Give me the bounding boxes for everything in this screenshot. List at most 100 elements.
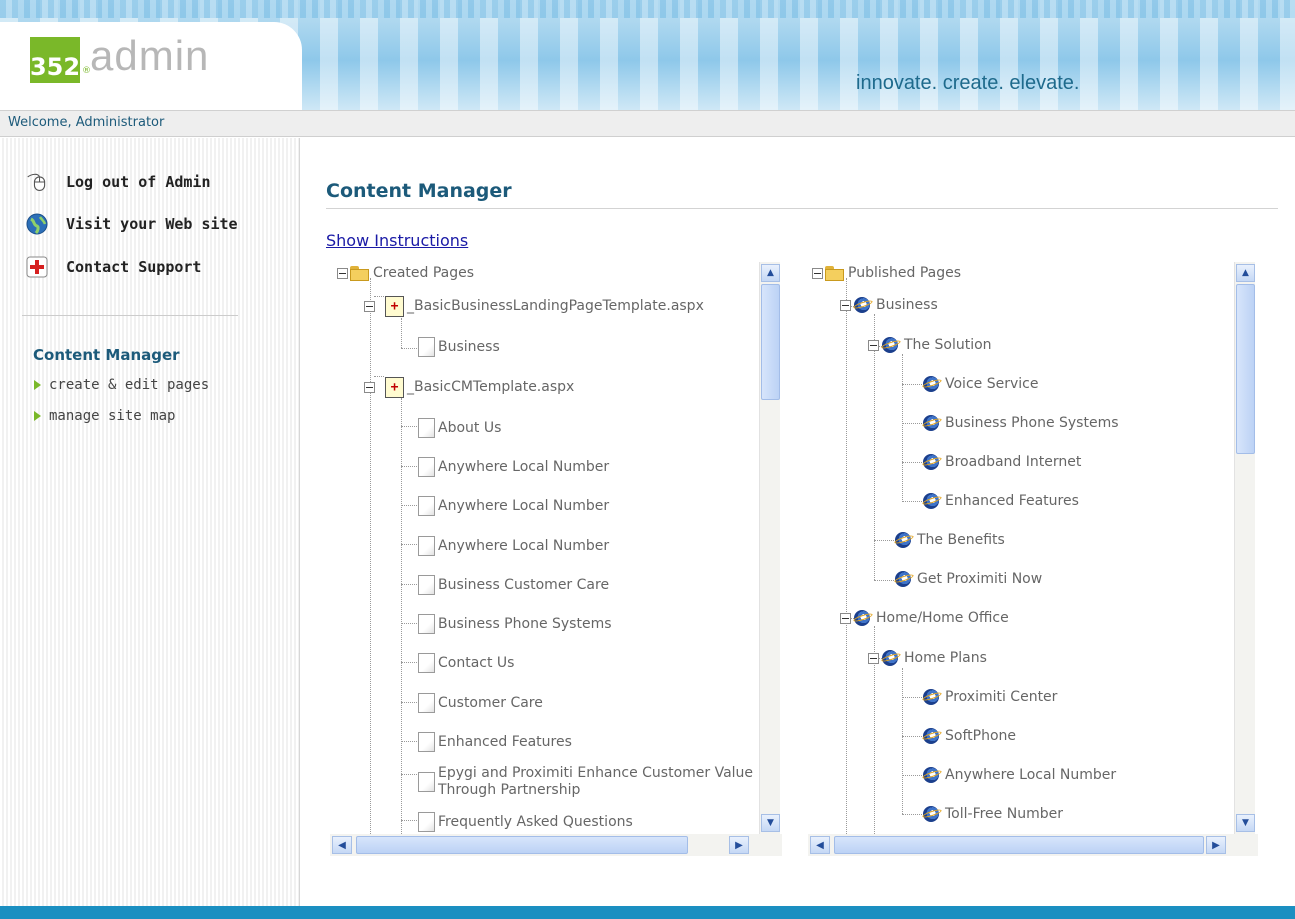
welcome-text: Welcome, Administrator [8,115,165,130]
tree-node-page[interactable]: Customer Care [418,692,543,714]
scroll-left-button[interactable]: ◀ [332,836,352,854]
sidebar-section-title: Content Manager [33,346,180,364]
horizontal-scrollbar[interactable]: ◀ ▶ [330,834,782,856]
tree-node-page[interactable]: The Benefits [894,529,1005,551]
tree-node-created-pages[interactable]: Created Pages [337,262,474,284]
collapse-toggle[interactable] [840,299,851,311]
footer-bar [0,906,1295,919]
web-page-icon [922,414,942,432]
tree-node-section[interactable]: Home Plans [868,647,987,669]
tree-node-page[interactable]: Enhanced Features [922,490,1079,512]
scroll-thumb[interactable] [834,836,1204,854]
tree-node-template[interactable]: + _BasicCMTemplate.aspx [364,376,574,398]
web-page-icon [894,570,914,588]
web-page-icon [853,609,873,627]
tree-node-page[interactable]: Anywhere Local Number [418,495,609,517]
web-page-icon [922,688,942,706]
page-icon [418,536,435,556]
tree-node-published-pages[interactable]: Published Pages [812,262,961,284]
scroll-right-button[interactable]: ▶ [1206,836,1226,854]
web-page-icon [922,492,942,510]
web-page-icon [922,727,942,745]
tree-node-page[interactable]: Proximiti Center [922,686,1057,708]
logo: 352 ® admin [0,22,302,110]
page-icon [418,772,435,792]
web-page-icon [881,336,901,354]
mouse-icon [26,171,48,193]
tree-node-page[interactable]: Frequently Asked Questions [418,811,633,833]
tree-node-page[interactable]: Business Customer Care [418,574,609,596]
collapse-toggle[interactable] [868,652,879,664]
scroll-thumb[interactable] [356,836,688,854]
vertical-scrollbar[interactable]: ▲ ▼ [759,262,780,834]
scroll-up-button[interactable]: ▲ [761,264,780,282]
folder-icon [825,265,845,281]
scroll-down-button[interactable]: ▼ [1236,814,1255,832]
page-icon [418,337,435,357]
tree-node-page[interactable]: Business Phone Systems [922,412,1119,434]
manage-site-map-label: manage site map [49,408,176,424]
tree-node-page[interactable]: SoftPhone [922,725,1016,747]
tree-node-page[interactable]: Business Phone Systems [418,613,612,635]
welcome-bar: Welcome, Administrator [0,110,1295,137]
web-page-icon [894,531,914,549]
collapse-toggle[interactable] [868,339,879,351]
page-icon [418,496,435,516]
scroll-left-button[interactable]: ◀ [810,836,830,854]
collapse-toggle[interactable] [812,267,823,279]
scroll-down-button[interactable]: ▼ [761,814,780,832]
published-pages-tree: Published Pages Business The Solution Vo… [808,262,1258,862]
visit-site-label: Visit your Web site [66,215,238,233]
web-page-icon [881,649,901,667]
tree-node-page[interactable]: Anywhere Local Number [922,764,1116,786]
page-header: 352 ® admin innovate. create. elevate. [0,0,1295,110]
collapse-toggle[interactable] [364,381,375,393]
page-icon [418,653,435,673]
contact-support-link[interactable]: Contact Support [26,254,201,280]
tree-node-page[interactable]: Contact Us [418,652,514,674]
logo-number: 352 [30,37,80,83]
tree-node-page[interactable]: Broadband Internet [922,451,1081,473]
vertical-scrollbar[interactable]: ▲ ▼ [1234,262,1255,834]
page-icon [418,418,435,438]
page-icon [418,693,435,713]
tree-node-page[interactable]: Epygi and Proximiti Enhance Customer Val… [418,765,758,805]
logout-link[interactable]: Log out of Admin [26,169,211,195]
scroll-up-button[interactable]: ▲ [1236,264,1255,282]
title-divider [326,208,1278,209]
tree-node-page[interactable]: Anywhere Local Number [418,535,609,557]
tree-node-page[interactable]: About Us [418,417,501,439]
collapse-toggle[interactable] [364,300,375,312]
tree-node-page[interactable]: Toll-Free Number [922,803,1063,825]
collapse-toggle[interactable] [337,267,348,279]
scroll-right-button[interactable]: ▶ [729,836,749,854]
visit-site-link[interactable]: Visit your Web site [26,211,238,237]
tree-node-page[interactable]: Voice Service [922,373,1038,395]
tree-node-section[interactable]: The Solution [868,334,992,356]
web-page-icon [853,296,873,314]
collapse-toggle[interactable] [840,612,851,624]
arrow-right-icon [34,380,41,390]
page-icon [418,575,435,595]
globe-icon [26,213,48,235]
scroll-thumb[interactable] [1236,284,1255,454]
logout-label: Log out of Admin [66,173,211,191]
scroll-thumb[interactable] [761,284,780,400]
first-aid-icon [26,256,48,278]
horizontal-scrollbar[interactable]: ◀ ▶ [808,834,1258,856]
contact-support-label: Contact Support [66,258,202,276]
tree-node-section[interactable]: Home/Home Office [840,607,1009,629]
tree-node-section[interactable]: Business [840,294,938,316]
web-page-icon [922,453,942,471]
create-edit-pages-link[interactable]: create & edit pages [34,375,209,395]
tree-node-template[interactable]: + _BasicBusinessLandingPageTemplate.aspx [364,295,704,317]
tree-node-page[interactable]: Business [418,336,500,358]
tree-node-page[interactable]: Get Proximiti Now [894,568,1042,590]
create-edit-pages-label: create & edit pages [49,377,210,393]
show-instructions-link[interactable]: Show Instructions [326,231,468,250]
tree-node-page[interactable]: Anywhere Local Number [418,456,609,478]
manage-site-map-link[interactable]: manage site map [34,406,175,426]
tree-node-page[interactable]: Enhanced Features [418,731,572,753]
page-title: Content Manager [326,180,512,202]
folder-icon [350,265,370,281]
